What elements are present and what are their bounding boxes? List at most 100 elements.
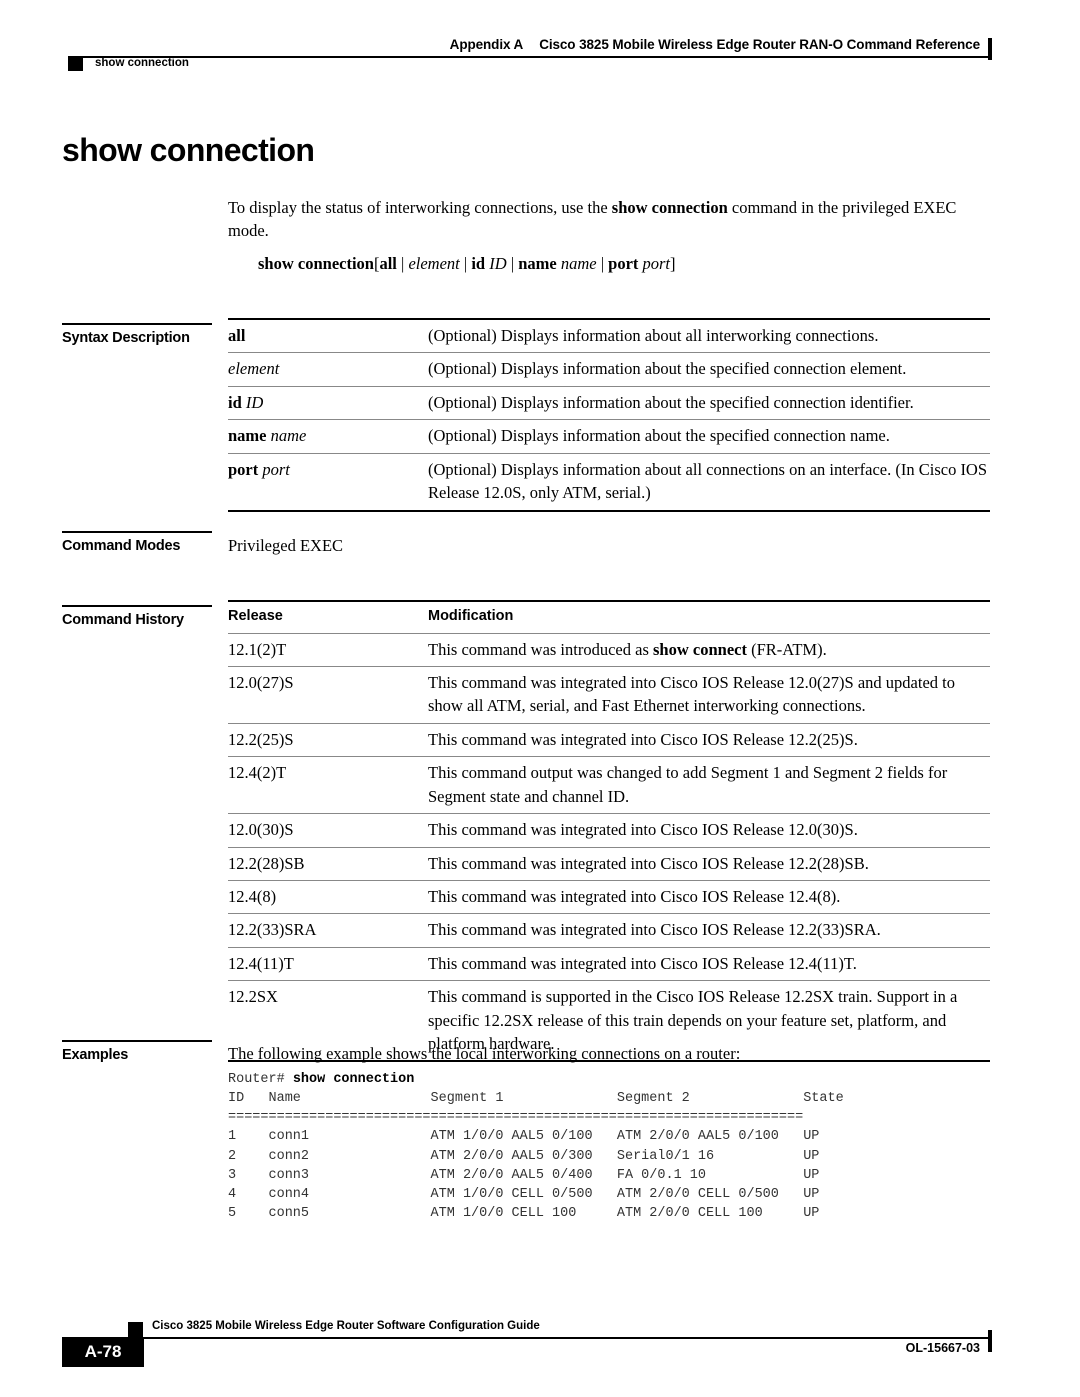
header-change-bar-icon xyxy=(988,38,992,60)
modification-cell: This command output was changed to add S… xyxy=(428,756,990,814)
header-title: Appendix A Cisco 3825 Mobile Wireless Edg… xyxy=(450,37,980,52)
column-header-modification: Modification xyxy=(428,599,990,634)
cli-output-row: 3 conn3 ATM 2/0/0 AAL5 0/400 FA 0/0.1 10… xyxy=(228,1167,820,1183)
release-cell: 12.0(27)S xyxy=(228,666,428,724)
cli-output-row: 4 conn4 ATM 1/0/0 CELL 0/500 ATM 2/0/0 C… xyxy=(228,1186,820,1202)
syntax-desc-cell: (Optional) Displays information about th… xyxy=(428,419,990,454)
table-row: 12.1(2)T This command was introduced as … xyxy=(228,632,990,667)
example-code-block: Router# show connection ID Name Segment … xyxy=(228,1070,844,1223)
table-row: port port (Optional) Displays informatio… xyxy=(228,452,990,512)
table-row: all (Optional) Displays information abou… xyxy=(228,318,990,353)
syntax-opt-name-arg: name xyxy=(560,254,597,273)
table-row: element (Optional) Displays information … xyxy=(228,352,990,387)
syntax-opt-name-keyword: name xyxy=(518,254,557,273)
header-square-bullet-icon xyxy=(68,56,83,71)
cli-output-header: ID Name Segment 1 Segment 2 State xyxy=(228,1091,844,1107)
release-cell: 12.4(2)T xyxy=(228,756,428,814)
syntax-sep-1: | xyxy=(396,254,409,273)
syntax-term-keyword: port xyxy=(228,459,259,479)
syntax-term-cell: name name xyxy=(228,419,428,454)
footer-guide-title: Cisco 3825 Mobile Wireless Edge Router S… xyxy=(152,1320,540,1332)
table-row: 12.4(11)T This command was integrated in… xyxy=(228,946,990,981)
intro-command-name: show connection xyxy=(611,198,728,217)
table-row: 12.0(30)S This command was integrated in… xyxy=(228,813,990,848)
table-row: id ID (Optional) Displays information ab… xyxy=(228,385,990,420)
syntax-term-cell: all xyxy=(228,318,428,353)
release-cell: 12.1(2)T xyxy=(228,632,428,667)
modification-cell: This command was integrated into Cisco I… xyxy=(428,846,990,881)
header-appendix: Appendix A xyxy=(449,37,524,52)
table-row: name name (Optional) Displays informatio… xyxy=(228,419,990,454)
syntax-desc-cell: (Optional) Displays information about th… xyxy=(428,352,990,387)
syntax-opt-id-keyword: id xyxy=(471,254,486,273)
cli-prompt: Router# xyxy=(228,1072,293,1087)
syntax-sep-2: | xyxy=(459,254,472,273)
syntax-opt-port-keyword: port xyxy=(608,254,639,273)
syntax-term-cell: element xyxy=(228,352,428,387)
syntax-term-arg: ID xyxy=(245,392,264,412)
section-label-command-history: Command History xyxy=(62,605,212,628)
cli-output-row: 5 conn5 ATM 1/0/0 CELL 100 ATM 2/0/0 CEL… xyxy=(228,1206,820,1222)
table-row: 12.2(25)S This command was integrated in… xyxy=(228,722,990,757)
release-cell: 12.4(11)T xyxy=(228,946,428,981)
cli-command: show connection xyxy=(292,1072,415,1087)
syntax-sep-4: | xyxy=(596,254,609,273)
release-cell: 12.2(28)SB xyxy=(228,846,428,881)
modification-text-post: (FR-ATM). xyxy=(746,639,827,659)
syntax-description-section: all (Optional) Displays information abou… xyxy=(228,318,990,512)
cli-output-row: 1 conn1 ATM 1/0/0 AAL5 0/100 ATM 2/0/0 A… xyxy=(228,1129,820,1145)
syntax-description-table: all (Optional) Displays information abou… xyxy=(228,318,990,512)
document-id: OL-15667-03 xyxy=(905,1341,980,1355)
release-cell: 12.2(25)S xyxy=(228,722,428,757)
syntax-opt-port-arg: port xyxy=(642,254,671,273)
release-cell: 12.4(8) xyxy=(228,879,428,914)
syntax-command: show connection xyxy=(258,254,374,273)
release-cell: 12.2(33)SRA xyxy=(228,913,428,948)
page-title: show connection xyxy=(62,132,315,168)
cli-output-row: 2 conn2 ATM 2/0/0 AAL5 0/300 Serial0/1 1… xyxy=(228,1148,820,1164)
examples-intro: The following example shows the local in… xyxy=(228,1044,741,1063)
syntax-term-cell: port port xyxy=(228,452,428,512)
syntax-term-arg: name xyxy=(270,426,307,446)
syntax-desc-cell: (Optional) Displays information about th… xyxy=(428,385,990,420)
syntax-term-arg: port xyxy=(262,459,290,479)
table-row: 12.4(2)T This command output was changed… xyxy=(228,756,990,814)
header-rule xyxy=(68,56,988,58)
header-book-title: Cisco 3825 Mobile Wireless Edge Router R… xyxy=(539,37,980,52)
syntax-term-cell: id ID xyxy=(228,385,428,420)
modification-command-name: show connect xyxy=(653,639,747,659)
table-row: 12.4(8) This command was integrated into… xyxy=(228,879,990,914)
table-row: 12.2(33)SRA This command was integrated … xyxy=(228,913,990,948)
command-syntax-line: show connection[all | element | id ID | … xyxy=(258,252,1020,275)
command-modes-value: Privileged EXEC xyxy=(228,536,344,555)
header-running-head: show connection xyxy=(95,57,189,69)
page-number-badge: A-78 xyxy=(62,1337,144,1367)
table-row: 12.0(27)S This command was integrated in… xyxy=(228,666,990,724)
release-cell: 12.0(30)S xyxy=(228,813,428,848)
modification-cell: This command was integrated into Cisco I… xyxy=(428,813,990,848)
table-header-row: Release Modification xyxy=(228,599,990,634)
modification-cell: This command was integrated into Cisco I… xyxy=(428,666,990,724)
syntax-desc-cell: (Optional) Displays information about al… xyxy=(428,318,990,353)
syntax-term: element xyxy=(228,359,280,379)
section-label-examples: Examples xyxy=(62,1040,212,1063)
syntax-desc-cell: (Optional) Displays information about al… xyxy=(428,452,990,512)
intro-text-pre: To display the status of interworking co… xyxy=(228,198,612,217)
column-header-release: Release xyxy=(228,599,428,634)
modification-text-pre: This command was introduced as xyxy=(428,639,653,659)
syntax-bracket-close: ] xyxy=(670,254,676,273)
intro-paragraph: To display the status of interworking co… xyxy=(228,196,990,243)
modification-cell: This command was integrated into Cisco I… xyxy=(428,946,990,981)
syntax-term: all xyxy=(228,326,246,345)
modification-cell: This command was integrated into Cisco I… xyxy=(428,722,990,757)
syntax-opt-id-arg: ID xyxy=(489,254,507,273)
footer-rule xyxy=(68,1337,988,1339)
modification-cell: This command was integrated into Cisco I… xyxy=(428,913,990,948)
syntax-opt-element: element xyxy=(408,254,460,273)
syntax-term-keyword: name xyxy=(228,426,267,446)
cli-output-divider: ========================================… xyxy=(228,1110,804,1126)
section-label-command-modes: Command Modes xyxy=(62,531,212,554)
syntax-term-keyword: id xyxy=(228,392,242,412)
modification-cell: This command was introduced as show conn… xyxy=(428,632,990,667)
section-label-syntax-description: Syntax Description xyxy=(62,323,212,346)
